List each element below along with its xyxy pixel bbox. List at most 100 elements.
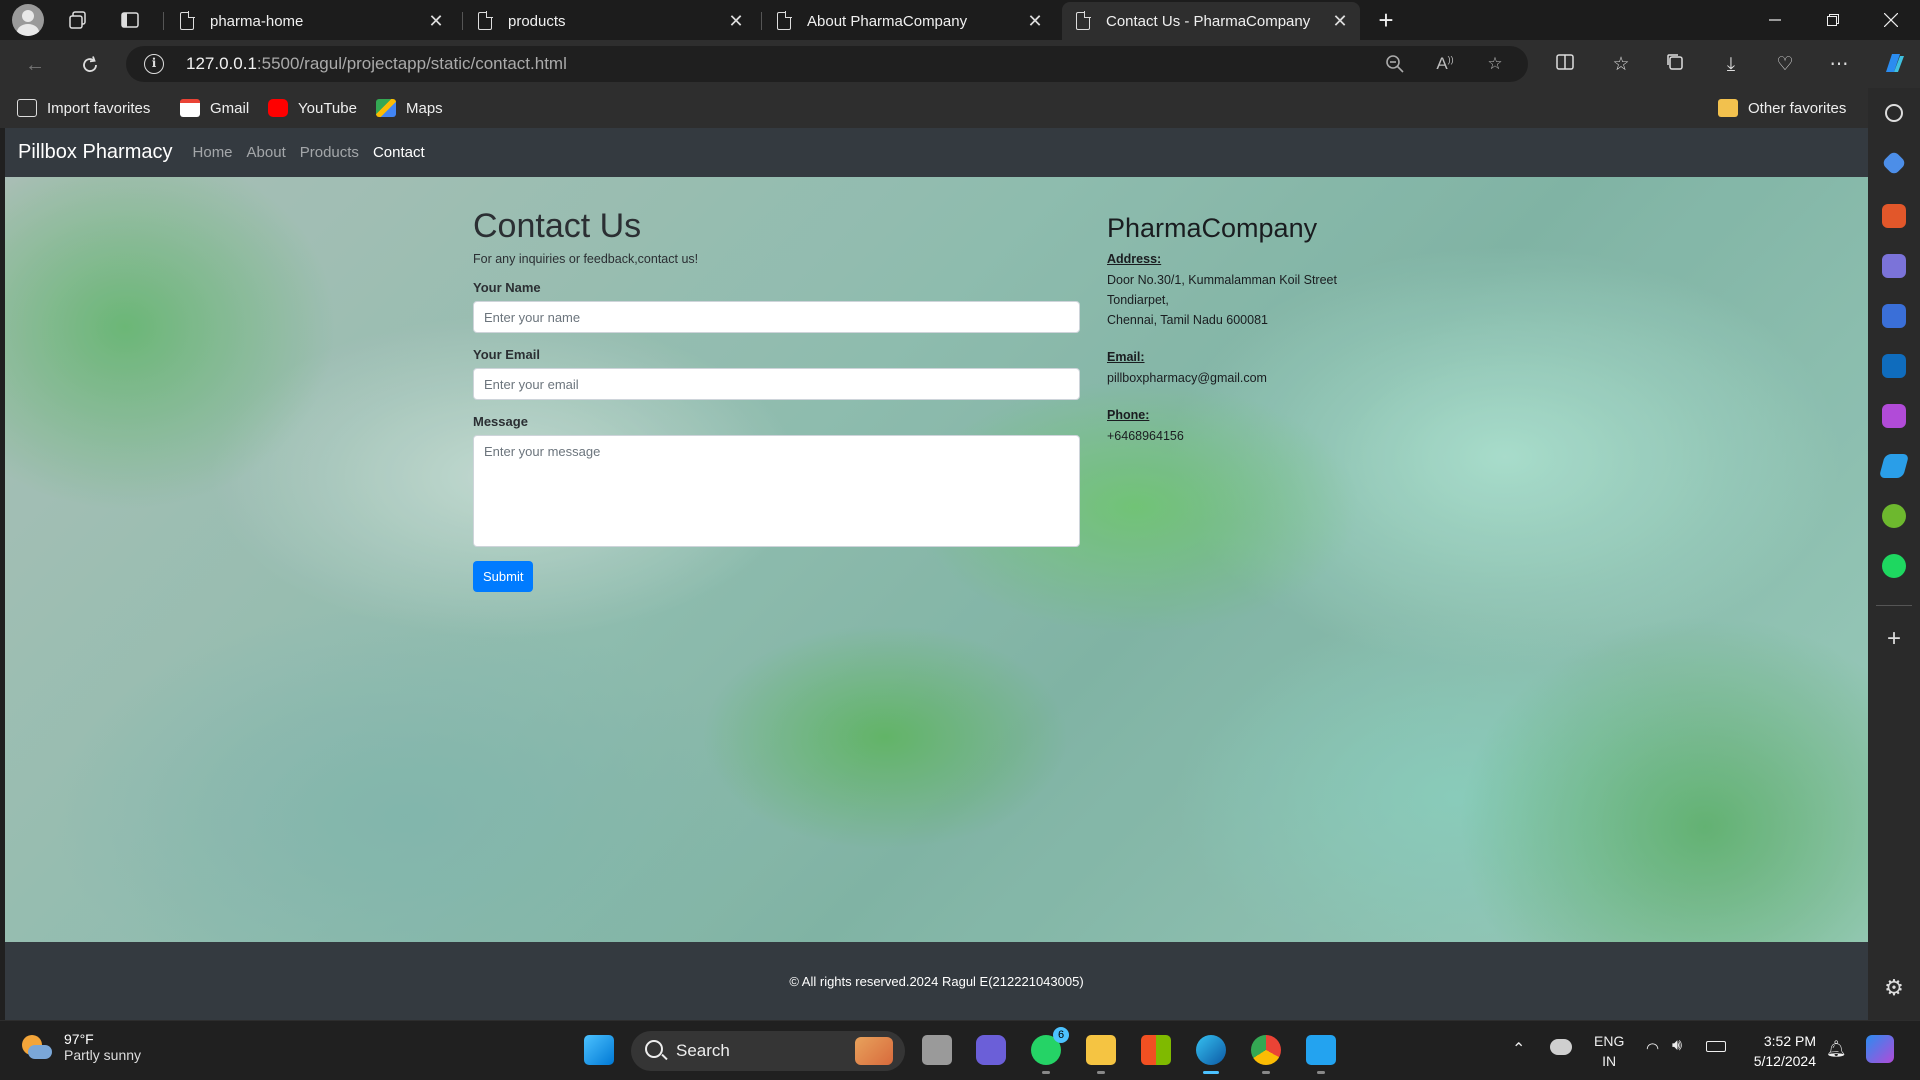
tab-products[interactable]: products ✕ bbox=[464, 2, 756, 40]
address-line: Chennai, Tamil Nadu 600081 bbox=[1107, 313, 1268, 327]
close-tab-icon[interactable]: ✕ bbox=[426, 11, 446, 32]
favorites-bar: Import favorites Gmail YouTube Maps Othe… bbox=[0, 88, 1868, 128]
close-tab-icon[interactable]: ✕ bbox=[1025, 11, 1045, 32]
search-highlight-icon bbox=[855, 1037, 893, 1065]
page-icon bbox=[478, 11, 493, 30]
language-indicator[interactable]: ENG IN bbox=[1594, 1031, 1624, 1071]
zoom-out-icon[interactable] bbox=[1384, 54, 1406, 76]
refresh-icon[interactable] bbox=[75, 50, 105, 80]
search-icon[interactable] bbox=[1885, 104, 1903, 122]
sidebar-divider bbox=[1876, 605, 1912, 606]
telegram-icon[interactable] bbox=[1878, 454, 1910, 478]
message-textarea[interactable] bbox=[473, 435, 1080, 547]
tab-title: Contact Us - PharmaCompany bbox=[1106, 12, 1311, 30]
site-info-icon[interactable]: i bbox=[144, 54, 164, 74]
notification-bell-icon[interactable]: 🔔︎ bbox=[1826, 1039, 1846, 1059]
restore-icon[interactable] bbox=[1804, 0, 1862, 40]
windows-taskbar: 97°F Partly sunny Search 6 ⌃ ENG IN ◠ 🔊︎… bbox=[0, 1020, 1920, 1080]
read-aloud-icon[interactable]: A)) bbox=[1434, 54, 1456, 76]
edge-icon[interactable] bbox=[1196, 1035, 1226, 1074]
favorite-label: Other favorites bbox=[1748, 99, 1847, 117]
battery-icon[interactable] bbox=[1706, 1041, 1726, 1052]
spotify-icon[interactable] bbox=[1882, 554, 1906, 578]
tab-title: About PharmaCompany bbox=[807, 12, 968, 30]
favorite-youtube[interactable]: YouTube bbox=[268, 96, 357, 120]
close-window-icon[interactable] bbox=[1862, 0, 1920, 40]
hero-background: Contact Us For any inquiries or feedback… bbox=[5, 177, 1868, 942]
nav-contact[interactable]: Contact bbox=[373, 144, 425, 161]
minimize-icon[interactable] bbox=[1746, 0, 1804, 40]
microsoft-365-icon[interactable] bbox=[1882, 304, 1906, 328]
microsoft-store-icon[interactable] bbox=[1141, 1035, 1171, 1065]
tools-icon[interactable] bbox=[1882, 204, 1906, 228]
copilot-taskbar-icon[interactable] bbox=[1866, 1035, 1894, 1063]
workspaces-icon[interactable] bbox=[64, 6, 92, 34]
vscode-icon[interactable] bbox=[1306, 1035, 1336, 1074]
favorites-icon[interactable]: ☆ bbox=[1608, 52, 1634, 78]
partly-sunny-icon bbox=[20, 1033, 52, 1061]
browser-essentials-icon[interactable]: ♡ bbox=[1772, 52, 1798, 78]
company-name: PharmaCompany bbox=[1107, 213, 1318, 243]
nav-about[interactable]: About bbox=[247, 144, 286, 161]
contact-title: Contact Us bbox=[473, 207, 642, 245]
tab-separator bbox=[163, 12, 164, 30]
downloads-icon[interactable]: ⤓ bbox=[1718, 52, 1744, 78]
gmail-icon bbox=[180, 99, 200, 117]
url-text[interactable]: 127.0.0.1:5500/ragul/projectapp/static/c… bbox=[186, 54, 567, 74]
tab-title: products bbox=[508, 12, 566, 30]
nav-home[interactable]: Home bbox=[193, 144, 233, 161]
collections-icon[interactable] bbox=[1662, 52, 1688, 78]
copilot-icon[interactable] bbox=[1880, 50, 1906, 76]
favorite-star-icon[interactable]: ☆ bbox=[1484, 54, 1506, 76]
new-tab-button[interactable]: + bbox=[1372, 5, 1400, 35]
tree-icon[interactable] bbox=[1882, 504, 1906, 528]
tab-pharma-home[interactable]: pharma-home ✕ bbox=[166, 2, 456, 40]
company-phone: +6468964156 bbox=[1107, 429, 1184, 443]
shopping-tag-icon[interactable] bbox=[1881, 150, 1907, 176]
tab-contact[interactable]: Contact Us - PharmaCompany ✕ bbox=[1062, 2, 1360, 40]
start-windows-icon[interactable] bbox=[584, 1035, 614, 1065]
other-favorites[interactable]: Other favorites bbox=[1718, 96, 1846, 120]
wifi-icon[interactable]: ◠ bbox=[1646, 1039, 1659, 1057]
outlook-icon[interactable] bbox=[1882, 354, 1906, 378]
nav-products[interactable]: Products bbox=[300, 144, 359, 161]
weather-widget[interactable]: 97°F Partly sunny bbox=[20, 1031, 141, 1063]
favorite-gmail[interactable]: Gmail bbox=[180, 96, 249, 120]
name-input[interactable] bbox=[473, 301, 1080, 333]
import-favorites[interactable]: Import favorites bbox=[17, 96, 150, 120]
submit-button[interactable]: Submit bbox=[473, 561, 534, 592]
import-icon bbox=[17, 99, 37, 117]
favorite-label: Maps bbox=[406, 99, 443, 117]
close-tab-icon[interactable]: ✕ bbox=[726, 11, 746, 32]
volume-icon[interactable]: 🔊︎ bbox=[1672, 1037, 1682, 1055]
favorite-maps[interactable]: Maps bbox=[376, 96, 443, 120]
split-screen-icon[interactable] bbox=[1552, 52, 1578, 78]
whatsapp-icon[interactable]: 6 bbox=[1031, 1027, 1069, 1074]
close-tab-icon[interactable]: ✕ bbox=[1330, 11, 1350, 32]
system-clock[interactable]: 3:52 PM 5/12/2024 bbox=[1744, 1031, 1816, 1071]
site-brand[interactable]: Pillbox Pharmacy bbox=[18, 141, 173, 164]
vertical-tabs-icon[interactable] bbox=[116, 6, 144, 34]
games-icon[interactable] bbox=[1882, 254, 1906, 278]
chrome-icon[interactable] bbox=[1251, 1035, 1281, 1074]
onedrive-icon[interactable] bbox=[1550, 1039, 1572, 1055]
designer-icon[interactable] bbox=[1882, 404, 1906, 428]
email-input[interactable] bbox=[473, 368, 1080, 400]
tab-about[interactable]: About PharmaCompany ✕ bbox=[763, 2, 1055, 40]
contact-lead: For any inquiries or feedback,contact us… bbox=[473, 252, 699, 266]
profile-avatar-icon[interactable] bbox=[12, 4, 44, 36]
teams-icon[interactable] bbox=[976, 1035, 1006, 1065]
page-icon bbox=[180, 11, 195, 30]
show-hidden-icons[interactable]: ⌃ bbox=[1512, 1039, 1525, 1059]
tab-title: pharma-home bbox=[210, 12, 304, 30]
add-icon[interactable]: + bbox=[1882, 627, 1906, 652]
email-label: Your Email bbox=[473, 347, 540, 362]
address-bar[interactable]: i 127.0.0.1:5500/ragul/projectapp/static… bbox=[126, 46, 1528, 82]
more-options-icon[interactable]: ⋯ bbox=[1826, 52, 1852, 78]
address-line: Tondiarpet, bbox=[1107, 293, 1169, 307]
back-arrow-icon[interactable]: ← bbox=[20, 50, 50, 80]
task-view-icon[interactable] bbox=[922, 1035, 952, 1065]
taskbar-search[interactable]: Search bbox=[631, 1031, 905, 1071]
file-explorer-icon[interactable] bbox=[1086, 1035, 1116, 1074]
settings-gear-icon[interactable]: ⚙ bbox=[1882, 976, 1906, 1000]
